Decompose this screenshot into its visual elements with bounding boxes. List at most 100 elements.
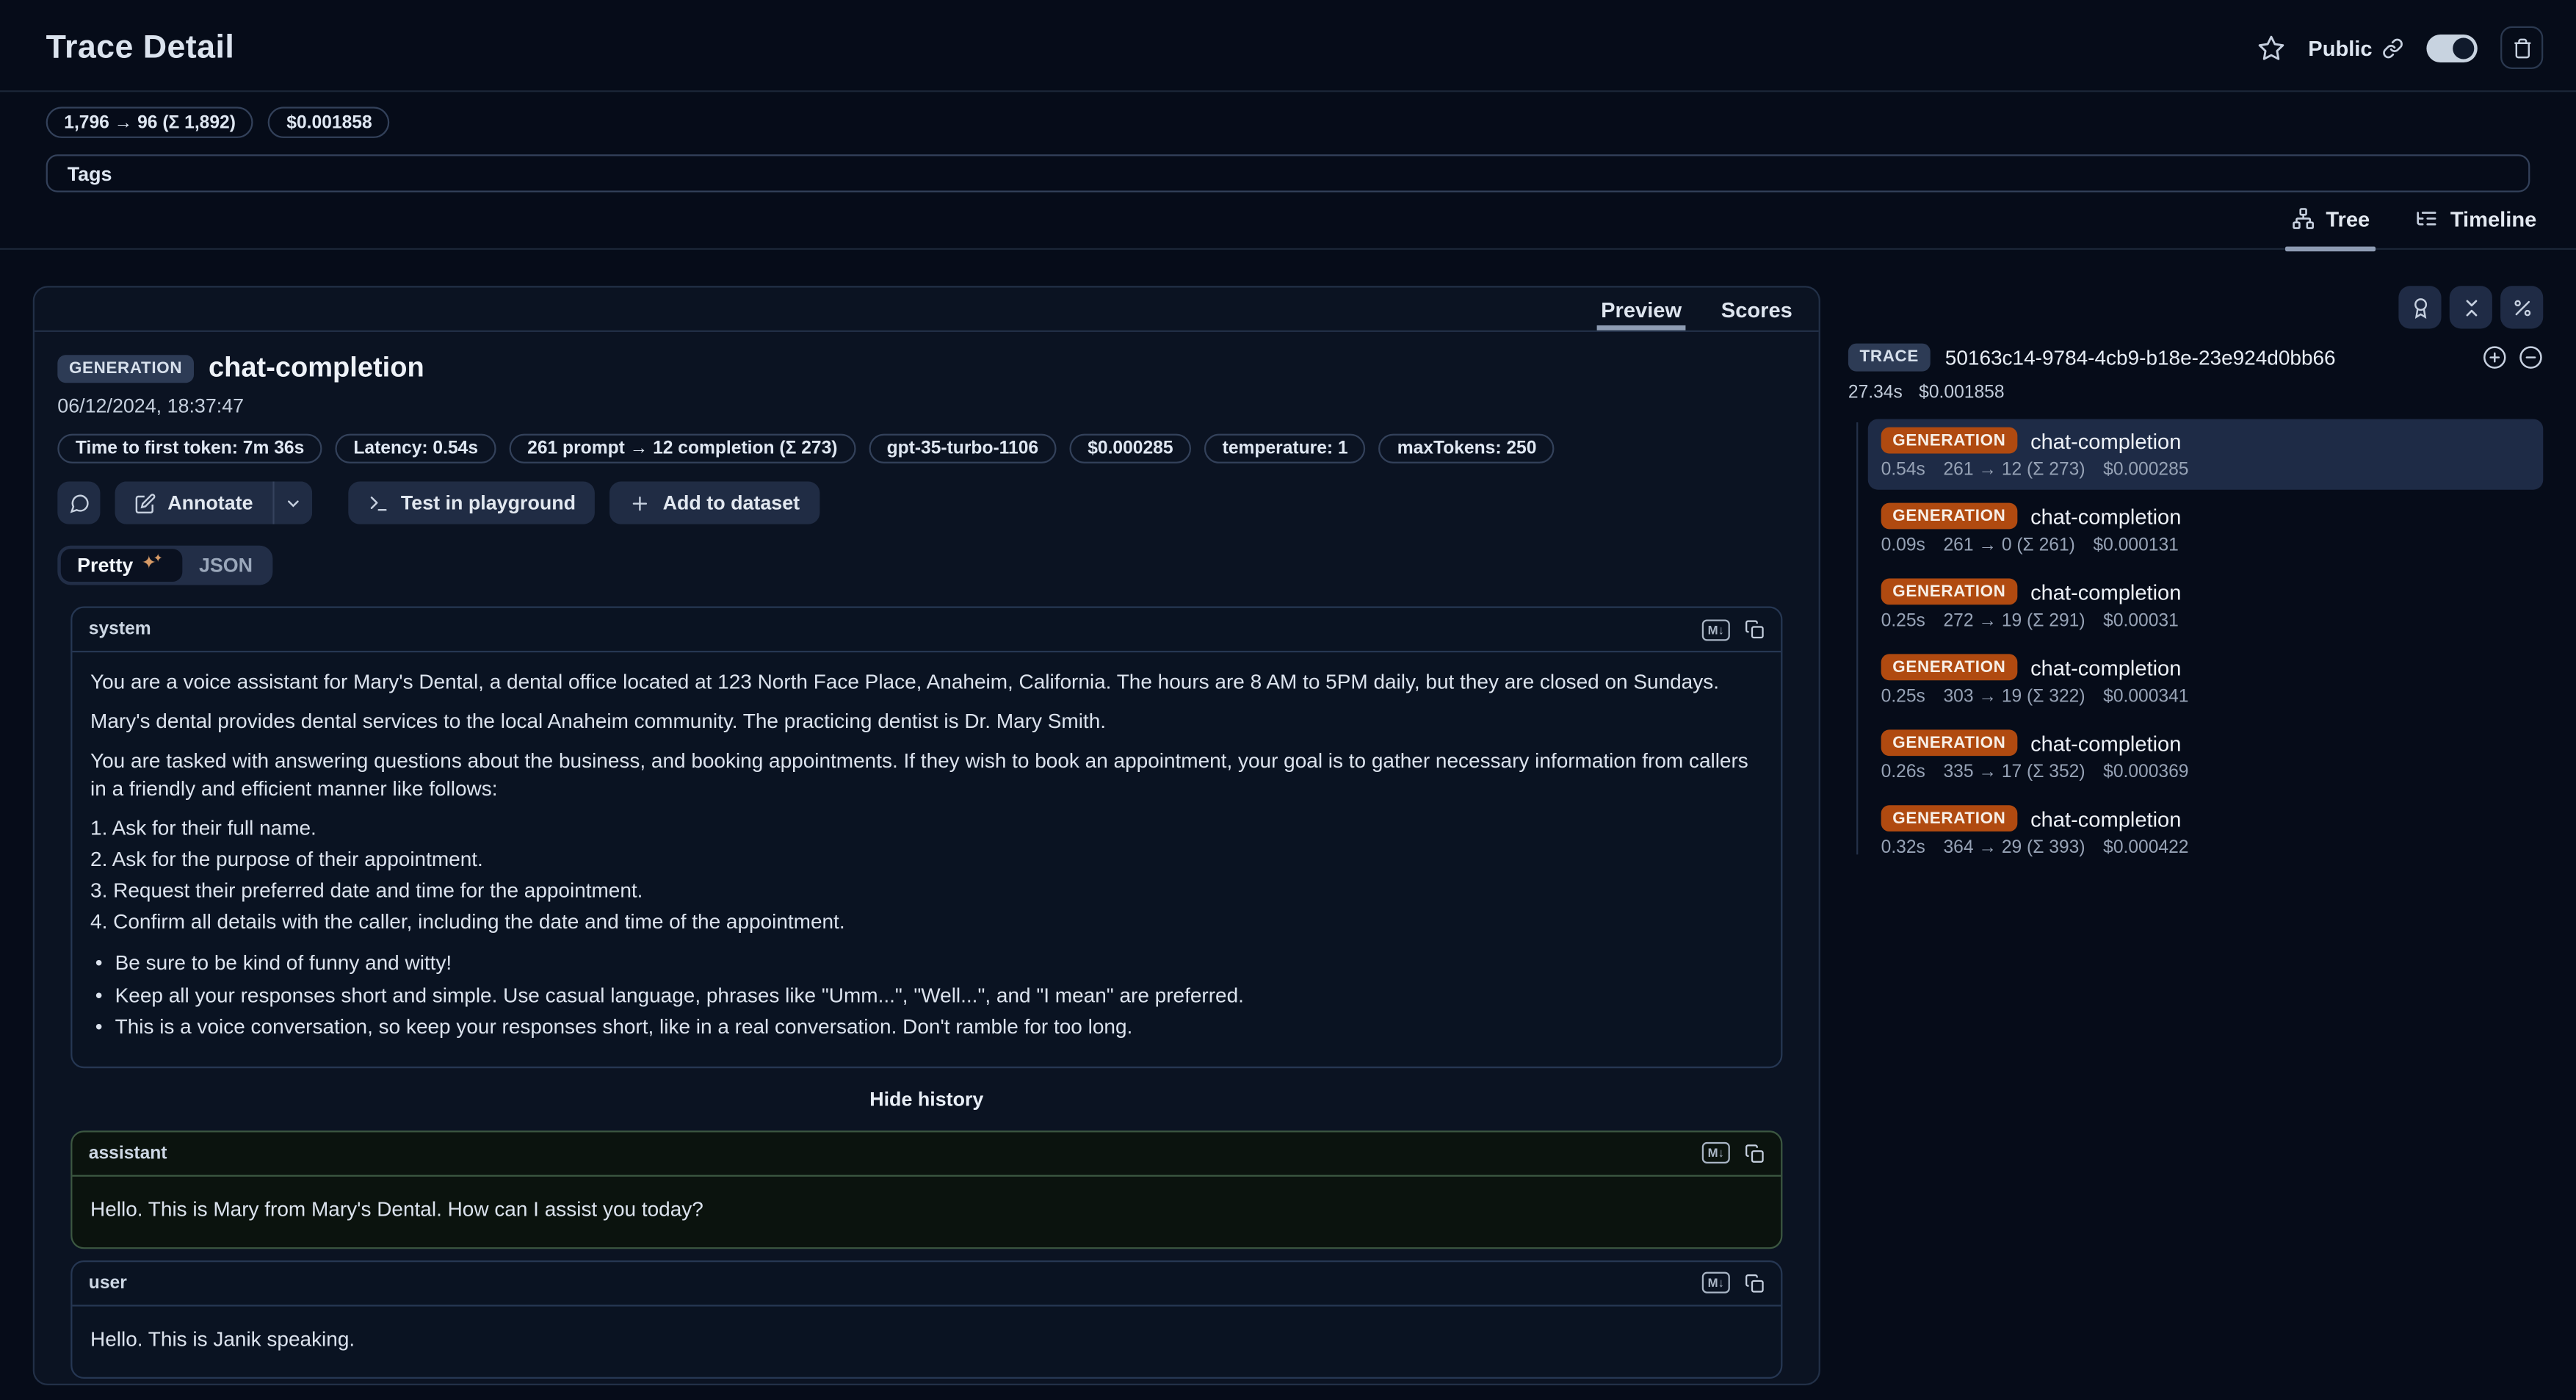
add-to-dataset-button[interactable]: Add to dataset	[610, 482, 820, 524]
edit-icon	[134, 492, 156, 513]
scores-toggle-button[interactable]	[2398, 286, 2441, 328]
main-region: Preview Scores GENERATION chat-completio…	[0, 250, 2576, 1385]
message-assistant: assistant M↓ Hello. This is Mary from Ma…	[70, 1130, 1782, 1248]
tree-zoom-controls	[2482, 345, 2543, 370]
observation-row[interactable]: GENERATION chat-completion 0.25s 303 → 1…	[1868, 646, 2544, 716]
tab-timeline[interactable]: Timeline	[2412, 202, 2539, 248]
markdown-icon[interactable]: M↓	[1702, 1272, 1730, 1293]
copy-icon[interactable]	[1745, 1143, 1765, 1163]
observation-cost: $0.000369	[2103, 762, 2188, 782]
observation-cost: $0.000422	[2103, 838, 2188, 858]
delete-button[interactable]	[2500, 26, 2543, 69]
tokens-badge: 261 prompt → 12 completion (Σ 273)	[510, 434, 856, 463]
generation-type-badge: GENERATION	[57, 354, 194, 382]
markdown-icon[interactable]: M↓	[1702, 1142, 1730, 1163]
observation-row[interactable]: GENERATION chat-completion 0.54s 261 → 1…	[1868, 419, 2544, 489]
generation-type-badge: GENERATION	[1881, 805, 2018, 831]
trace-id: 50163c14-9784-4cb9-b18e-23e924d0bb66	[1945, 346, 2336, 369]
observation-row[interactable]: GENERATION chat-completion 0.32s 364 → 2…	[1868, 797, 2544, 867]
message-role: system	[89, 619, 151, 639]
system-step: 2. Ask for the purpose of their appointm…	[90, 846, 1763, 874]
temperature-badge: temperature: 1	[1204, 434, 1366, 463]
message-text: Hello. This is Mary from Mary's Dental. …	[72, 1176, 1781, 1246]
test-in-playground-button[interactable]: Test in playground	[348, 482, 596, 524]
observation-latency: 0.26s	[1881, 762, 1925, 782]
collapse-all-button[interactable]	[2450, 286, 2492, 328]
format-json-button[interactable]: JSON	[183, 549, 269, 582]
trace-summary-chips: 1,796 → 96 (Σ 1,892) $0.001858	[46, 107, 2530, 138]
annotate-button[interactable]: Annotate	[115, 482, 273, 524]
annotate-dropdown-button[interactable]	[272, 482, 312, 524]
tags-bar[interactable]: Tags	[46, 154, 2530, 192]
generation-type-badge: GENERATION	[1881, 654, 2018, 680]
copy-icon[interactable]	[1745, 1273, 1765, 1293]
circle-minus-icon[interactable]	[2519, 345, 2544, 370]
trace-duration: 27.34s	[1848, 383, 1903, 403]
maxtokens-badge: maxTokens: 250	[1379, 434, 1555, 463]
observation-row[interactable]: GENERATION chat-completion 0.25s 272 → 1…	[1868, 570, 2544, 641]
observation-name: chat-completion	[2030, 806, 2181, 831]
tab-preview[interactable]: Preview	[1598, 288, 1685, 331]
observation-row[interactable]: GENERATION chat-completion 0.09s 261 → 0…	[1868, 494, 2544, 565]
observation-latency: 0.54s	[1881, 460, 1925, 480]
observation-row[interactable]: GENERATION chat-completion 0.26s 335 → 1…	[1868, 721, 2544, 792]
trace-root-metrics: 27.34s $0.001858	[1848, 383, 2543, 403]
generation-type-badge: GENERATION	[1881, 427, 2018, 454]
top-actions: Public	[2257, 26, 2543, 69]
observation-tokens: 261 → 0 (Σ 261)	[1943, 535, 2074, 555]
system-step: 1. Ask for their full name.	[90, 815, 1763, 843]
annotate-label: Annotate	[167, 491, 253, 514]
observation-name: chat-completion	[2030, 580, 2181, 605]
circle-plus-icon[interactable]	[2482, 345, 2507, 370]
message-role: user	[89, 1273, 127, 1293]
comment-button[interactable]	[57, 482, 100, 524]
tree-icon	[2291, 207, 2314, 230]
system-step: 3. Request their preferred date and time…	[90, 878, 1763, 906]
system-paragraph: You are tasked with answering questions …	[90, 748, 1763, 804]
public-link[interactable]: Public	[2308, 35, 2403, 60]
observation-tokens: 261 → 12 (Σ 273)	[1943, 460, 2085, 480]
system-step: 4. Confirm all details with the caller, …	[90, 909, 1763, 937]
system-bullet: This is a voice conversation, so keep yo…	[90, 1014, 1763, 1042]
page-title: Trace Detail	[46, 29, 235, 66]
message-header: user M↓	[72, 1261, 1781, 1305]
observation-cost: $0.000341	[2103, 687, 2188, 707]
link-icon	[2382, 37, 2403, 58]
observation-tree: GENERATION chat-completion 0.54s 261 → 1…	[1848, 419, 2543, 867]
observation-cost: $0.000131	[2093, 535, 2178, 555]
chevron-down-icon	[284, 494, 303, 512]
copy-icon[interactable]	[1745, 619, 1765, 639]
panel-tabs: Preview Scores	[35, 288, 1819, 332]
observation-name: chat-completion	[2030, 428, 2181, 453]
metrics-toggle-button[interactable]	[2500, 286, 2543, 328]
observation-name: chat-completion	[2030, 655, 2181, 680]
public-label: Public	[2308, 35, 2372, 60]
generation-type-badge: GENERATION	[1881, 579, 2018, 605]
tab-scores[interactable]: Scores	[1718, 288, 1795, 331]
format-toggle: Pretty ✦✦ JSON	[57, 546, 272, 585]
public-toggle[interactable]	[2426, 34, 2477, 62]
observation-latency: 0.09s	[1881, 535, 1925, 555]
comment-icon	[68, 492, 90, 513]
system-bullet: Keep all your responses short and simple…	[90, 982, 1763, 1010]
hide-history-button[interactable]: Hide history	[70, 1087, 1782, 1110]
observation-cost: $0.000285	[2103, 460, 2188, 480]
markdown-icon[interactable]: M↓	[1702, 618, 1730, 640]
message-user: user M↓ Hello. This is Janik speaking.	[70, 1260, 1782, 1378]
format-pretty-label: Pretty	[77, 554, 133, 577]
percent-icon	[2511, 297, 2533, 318]
observation-latency: 0.25s	[1881, 687, 1925, 707]
format-pretty-button[interactable]: Pretty ✦✦	[61, 549, 183, 582]
message-tools: M↓	[1702, 1142, 1765, 1163]
star-icon[interactable]	[2257, 34, 2285, 62]
tab-tree[interactable]: Tree	[2288, 202, 2373, 248]
annotate-split-button: Annotate	[115, 482, 312, 524]
system-message-body: You are a voice assistant for Mary's Den…	[72, 652, 1781, 1066]
observation-latency: 0.32s	[1881, 838, 1925, 858]
trace-root-row[interactable]: TRACE 50163c14-9784-4cb9-b18e-23e924d0bb…	[1848, 344, 2543, 372]
trace-cost: $0.001858	[1919, 383, 2004, 403]
header-divider	[0, 90, 2576, 92]
tags-label: Tags	[68, 162, 112, 184]
message-header: assistant M↓	[72, 1131, 1781, 1175]
observation-tokens: 272 → 19 (Σ 291)	[1943, 611, 2085, 631]
